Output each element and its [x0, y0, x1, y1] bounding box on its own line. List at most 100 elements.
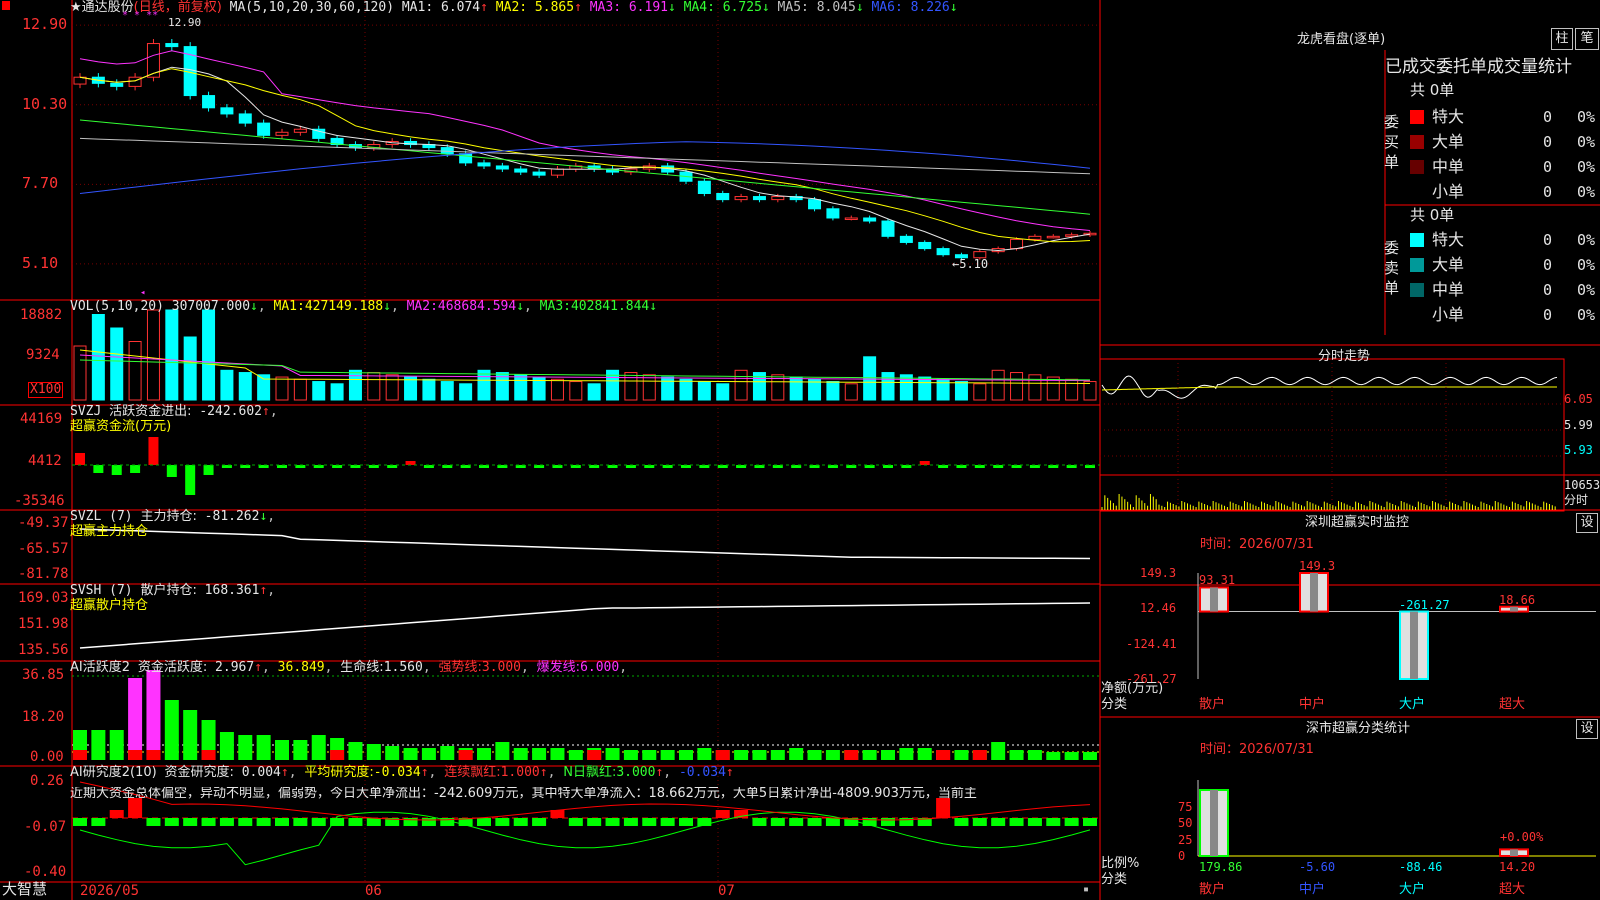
volume-bar: [238, 372, 252, 401]
activity-bar: [917, 748, 932, 760]
vol-ma2: 468684.594: [437, 299, 517, 314]
volume-bar: [330, 383, 344, 401]
buy-row-pct-1: 0%: [1577, 108, 1596, 126]
svzl-subtitle: 超赢主力持仓: [70, 524, 149, 539]
sell-row-swatch-3: [1410, 283, 1424, 297]
svzj-bar: [130, 465, 141, 473]
volume-bar: [293, 378, 307, 401]
sell-row-name-1: 特大: [1432, 230, 1465, 249]
vol-title: VOL(5,10,20): [70, 299, 164, 314]
intraday-vol-tick: 10653: [1564, 478, 1600, 492]
sell-row-count-1: 0: [1543, 231, 1553, 249]
research-bar: [201, 818, 216, 826]
activity-bar: [128, 678, 143, 760]
vol-header: VOL(5,10,20) 307007.000↓, MA1:427149.188…: [70, 299, 658, 314]
ma-legend-2: MA2: 5.865: [487, 0, 575, 15]
activity-bar: [275, 740, 289, 760]
buy-row-name-1: 特大: [1432, 107, 1465, 126]
buy-row-count-4: 0: [1543, 183, 1553, 201]
activity-bar: [954, 750, 969, 760]
svsh-tick-3: 135.56: [18, 642, 69, 658]
volume-bar: [844, 383, 858, 401]
volume-bar: [826, 381, 840, 401]
research-bar: [219, 818, 234, 826]
research-bar: [91, 818, 106, 826]
class-tick-3: 25: [1178, 832, 1193, 847]
ai-research-label: 资金研究度:: [164, 765, 234, 780]
intraday-tick-2: 5.99: [1564, 418, 1593, 432]
main-y-tick-3: 7.70: [22, 174, 59, 193]
research-bar: [366, 818, 381, 826]
n-day-red-label: N日飘红:: [563, 765, 617, 780]
tab-zhu[interactable]: 柱: [1551, 28, 1573, 50]
class-stat-settings-button[interactable]: 设: [1576, 719, 1598, 739]
activity-bar: [311, 735, 326, 760]
ma-legend-6: MA6: 8.226: [863, 0, 950, 15]
research-bar: [1009, 818, 1024, 826]
monitor-settings-button[interactable]: 设: [1576, 513, 1598, 533]
candle-body: [899, 235, 913, 243]
research-bar: [348, 818, 363, 826]
svzj-bar: [93, 465, 104, 473]
candle-body: [1046, 235, 1060, 239]
class-stat-y-unit: 比例%: [1101, 856, 1140, 871]
ai-activity-tick-2: 18.20: [22, 709, 65, 725]
burst-line-value: 6.000: [580, 660, 620, 675]
activity-bar: [495, 742, 510, 760]
activity-bar: [862, 750, 877, 760]
monitor-bar-shade-1: [1210, 587, 1218, 612]
volume-bar: [275, 376, 289, 401]
activity-bar: [568, 750, 583, 760]
tab-bi[interactable]: 笔: [1575, 28, 1599, 50]
intraday-tick-3: 5.93: [1564, 443, 1593, 457]
buy-row-name-2: 大单: [1432, 132, 1465, 151]
class-tick-4: 0: [1178, 849, 1186, 863]
ai-activity-title: AI活跃度2: [70, 660, 130, 675]
sell-row-name-3: 中单: [1432, 280, 1465, 299]
class-category-2: 中户: [1299, 882, 1326, 897]
sell-row-pct-2: 0%: [1577, 256, 1596, 274]
vol-unit-button[interactable]: X100: [28, 382, 64, 398]
monitor-category-4: 超大: [1499, 697, 1526, 712]
activity-bar: [91, 730, 106, 760]
activity-bar-red: [972, 750, 987, 760]
research-bar: [936, 798, 951, 818]
research-bar: [513, 818, 528, 826]
activity-bar: [697, 748, 712, 760]
ai-research-tick-1: 0.26: [30, 773, 64, 789]
activity-bar-red: [330, 750, 345, 760]
activity-bar: [1064, 752, 1079, 760]
svzl-value: -81.262: [204, 509, 260, 524]
activity-bar: [1046, 752, 1061, 760]
activity-bar: [881, 750, 895, 760]
x-tick-2: 06: [365, 883, 382, 899]
svzj-label: 活跃资金进出:: [109, 404, 192, 419]
activity-bar: [825, 750, 840, 760]
sell-row-count-4: 0: [1543, 306, 1553, 324]
ma-legend-arrow-4: ↓: [761, 0, 770, 15]
volume-bar: [477, 369, 491, 401]
candle-body: [881, 220, 895, 237]
sell-row-pct-4: 0%: [1577, 306, 1596, 324]
buy-row-swatch-2: [1410, 135, 1424, 149]
svzj-tick-1: 44169: [20, 411, 63, 427]
volume-bar: [422, 378, 436, 401]
svzj-bar: [75, 453, 85, 465]
activity-bar: [164, 700, 179, 760]
monitor-tick-2: 12.46: [1140, 601, 1177, 616]
class-category-4: 超大: [1499, 882, 1526, 897]
research-bar: [275, 818, 289, 826]
activity-bar: [348, 742, 363, 760]
svsh-arrow: ↑: [259, 583, 268, 598]
volume-bar: [348, 369, 362, 401]
research-bar: [421, 818, 436, 826]
main-y-tick-4: 5.10: [22, 253, 59, 272]
volume-bar: [73, 345, 87, 401]
candle-body: [734, 196, 748, 201]
candle-body: [844, 217, 858, 220]
candle-body: [238, 113, 252, 124]
vol-tick-2: 9324: [26, 347, 60, 363]
class-value-3: -88.46: [1399, 860, 1443, 874]
monitor-bar-shade-2: [1310, 573, 1318, 612]
research-bar: [642, 818, 657, 826]
